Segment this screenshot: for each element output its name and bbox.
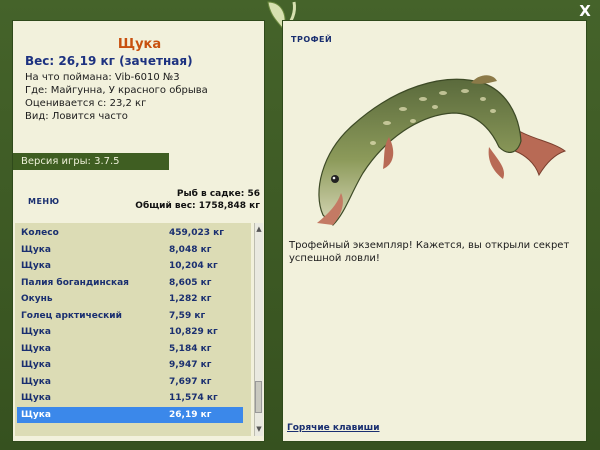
catch-list-item[interactable]: Щука 9,947 кг: [17, 357, 243, 373]
fish-kind: Вид: Ловится часто: [25, 111, 128, 122]
list-scrollbar[interactable]: ▲ ▼: [254, 223, 263, 436]
pike-fish-image: [317, 75, 567, 226]
fish-lure: На что поймана: Vib-6010 №3: [25, 72, 180, 83]
catch-fish-weight: 11,574 кг: [169, 393, 218, 403]
catch-list-item[interactable]: Щука 26,19 кг: [17, 406, 243, 423]
trophy-panel: ТРОФЕЙ Трофейный экземпляр! Кажется, вы …: [282, 20, 587, 442]
version-label: Версия игры: 3.7.5: [13, 153, 169, 170]
fish-count: Рыб в садке: 56: [176, 189, 260, 199]
scroll-down-icon[interactable]: ▼: [255, 425, 263, 433]
catch-fish-weight: 459,023 кг: [169, 228, 224, 238]
fish-location: Где: Майгунна, У красного обрыва: [25, 85, 208, 96]
catch-fish-weight: 10,829 кг: [169, 327, 218, 337]
catch-fish-name: Голец арктический: [21, 310, 122, 321]
catch-fish-name: Окунь: [21, 294, 53, 304]
menu-button[interactable]: МЕНЮ: [28, 197, 60, 206]
catch-fish-name: Щука: [21, 327, 51, 337]
catch-fish-weight: 7,697 кг: [169, 376, 212, 387]
catch-fish-name: Щука: [21, 261, 51, 271]
close-button[interactable]: X: [577, 3, 593, 19]
catch-fish-weight: 5,184 кг: [169, 343, 212, 354]
fish-name: Щука: [117, 37, 162, 52]
catch-fish-name: Щука: [21, 343, 51, 354]
catch-list-item[interactable]: Щука 8,048 кг: [17, 242, 243, 258]
catch-list-item[interactable]: Голец арктический 7,59 кг: [17, 308, 243, 324]
catch-fish-name: Палия богандинская: [21, 277, 129, 288]
catch-fish-weight: 26,19 кг: [169, 409, 212, 420]
catch-fish-weight: 8,605 кг: [169, 277, 212, 288]
catch-list-item[interactable]: Щука 7,697 кг: [17, 374, 243, 390]
scroll-thumb[interactable]: [255, 381, 262, 413]
catch-list-item[interactable]: Щука 5,184 кг: [17, 341, 243, 357]
scroll-up-icon[interactable]: ▲: [255, 225, 263, 233]
catch-list-item[interactable]: Окунь 1,282 кг: [17, 291, 243, 307]
catch-fish-name: Щука: [21, 244, 51, 255]
catch-fish-weight: 10,204 кг: [169, 261, 218, 271]
catch-list-item[interactable]: Щука 11,574 кг: [17, 390, 243, 406]
catch-fish-name: Щука: [21, 393, 51, 403]
catch-list[interactable]: Колесо 459,023 кг Щука 8,048 кг Щука 10,204 к…: [15, 223, 251, 436]
catch-list-item[interactable]: Палия богандинская 8,605 кг: [17, 275, 243, 291]
catch-fish-weight: 9,947 кг: [169, 360, 212, 370]
catch-fish-name: Колесо: [21, 228, 59, 238]
catch-fish-name: Щука: [21, 360, 51, 370]
catch-details-panel: Щука Вес: 26,19 кг (зачетная) На что пой…: [12, 20, 265, 442]
fish-weight: Вес: 26,19 кг (зачетная): [25, 54, 193, 68]
total-weight: Общий вес: 1758,848 кг: [135, 201, 260, 211]
catch-list-item[interactable]: Щука 10,204 кг: [17, 258, 243, 274]
fish-valued-from: Оценивается с: 23,2 кг: [25, 98, 147, 109]
hotkeys-link[interactable]: Горячие клавиши: [287, 423, 380, 433]
game-window: X Щука Вес: 26,19 кг (зачетная) На что п…: [0, 0, 600, 450]
catch-fish-weight: 8,048 кг: [169, 244, 212, 255]
catch-fish-weight: 1,282 кг: [169, 294, 212, 304]
catch-fish-weight: 7,59 кг: [169, 310, 206, 321]
catch-list-item[interactable]: Колесо 459,023 кг: [17, 225, 243, 241]
catch-fish-name: Щука: [21, 376, 51, 387]
trophy-description: Трофейный экземпляр! Кажется, вы открыли…: [289, 240, 570, 264]
catch-fish-name: Щука: [21, 409, 51, 420]
catch-list-item[interactable]: Щука 10,829 кг: [17, 324, 243, 340]
